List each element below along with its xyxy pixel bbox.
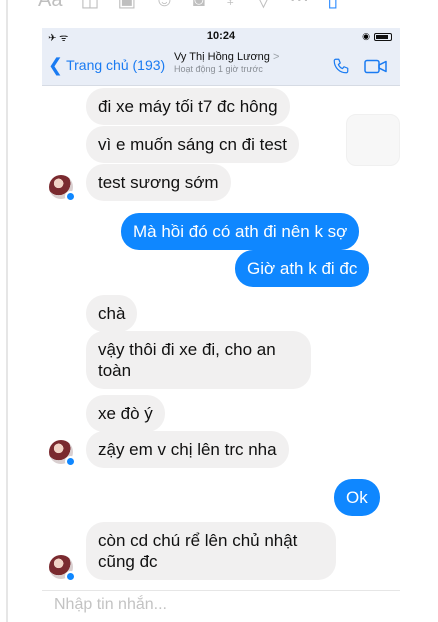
message-bubble[interactable]: zậy em v chị lên trc nha xyxy=(86,431,289,468)
gallery-icon[interactable]: ▣ xyxy=(117,0,136,10)
message-bubble[interactable]: xe đò ý xyxy=(86,395,165,432)
messenger-badge-icon xyxy=(65,571,76,582)
alarm-icon: ◉ xyxy=(362,31,370,41)
emoji-icon[interactable]: ☺ xyxy=(154,0,174,10)
message-bubble[interactable]: Ok xyxy=(334,479,380,516)
location-icon[interactable]: ▽ xyxy=(256,0,271,10)
message-bubble[interactable]: Mà hồi đó có ath đi nên k sợ xyxy=(121,213,360,250)
back-button[interactable]: ❮ Trang chủ (193) xyxy=(48,56,165,74)
message-bubble[interactable]: vì e muốn sáng cn đi test xyxy=(86,126,299,163)
video-call-icon[interactable] xyxy=(364,59,388,74)
more-icon[interactable]: ⋯ xyxy=(289,0,309,10)
frame-border xyxy=(6,0,8,622)
messenger-screen: ✈ ᯤ 10:24 ◉ ❮ Trang chủ (193) Vy Thị Hồn… xyxy=(42,28,400,622)
battery-icon xyxy=(374,32,392,41)
message-bubble[interactable]: Giờ ath k đi đc xyxy=(235,250,370,287)
contact-name: Vy Thị Hồng Lương xyxy=(174,51,270,63)
contact-avatar[interactable] xyxy=(49,440,76,467)
message-bubble[interactable]: đi xe máy tối t7 đc hông xyxy=(86,88,290,125)
screenshot-frame: Aa ◫ ▣ ☺ ◙ ♆ ▽ ⋯ ▯ ✈ ᯤ 10:24 ◉ ❮ Trang c… xyxy=(0,0,438,622)
status-icons: ◉ xyxy=(362,31,392,42)
blurred-overlay xyxy=(346,114,400,166)
contact-name-row: Vy Thị Hồng Lương > xyxy=(174,51,304,63)
text-format-icon[interactable]: Aa xyxy=(38,0,62,10)
back-chevron-icon: ❮ xyxy=(48,55,64,75)
message-bubble[interactable]: còn cd chú rể lên chủ nhật cũng đc xyxy=(86,522,336,580)
back-label: Trang chủ (193) xyxy=(66,57,166,73)
gif-icon[interactable]: ◙ xyxy=(193,0,205,10)
message-bubble[interactable]: chà xyxy=(86,295,138,332)
contact-chevron: > xyxy=(272,51,280,63)
contact-avatar[interactable] xyxy=(49,555,76,582)
active-status: Hoạt động 1 giờ trước xyxy=(174,64,263,74)
camera-icon[interactable]: ◫ xyxy=(80,0,99,10)
microphone-icon[interactable]: ♆ xyxy=(223,0,238,10)
phone-call-icon[interactable] xyxy=(332,57,350,75)
message-input[interactable]: Nhập tin nhắn... xyxy=(54,596,167,614)
messenger-badge-icon xyxy=(65,191,76,202)
like-icon[interactable]: ▯ xyxy=(327,0,338,10)
messenger-badge-icon xyxy=(65,456,76,467)
message-bubble[interactable]: vậy thôi đi xe đi, cho an toàn xyxy=(86,331,311,389)
contact-info[interactable]: Vy Thị Hồng Lương > Hoạt động 1 giờ trướ… xyxy=(174,51,304,74)
status-time: 10:24 xyxy=(206,30,236,42)
status-bar: ✈ ᯤ 10:24 ◉ xyxy=(42,28,400,46)
composer-toolbar: Aa ◫ ▣ ☺ ◙ ♆ ▽ ⋯ ▯ xyxy=(38,0,398,24)
conversation-header: ❮ Trang chủ (193) Vy Thị Hồng Lương > Ho… xyxy=(42,46,400,86)
contact-avatar[interactable] xyxy=(49,175,76,202)
message-bubble[interactable]: test sương sớm xyxy=(86,164,231,201)
message-composer[interactable]: Nhập tin nhắn... xyxy=(42,590,400,622)
